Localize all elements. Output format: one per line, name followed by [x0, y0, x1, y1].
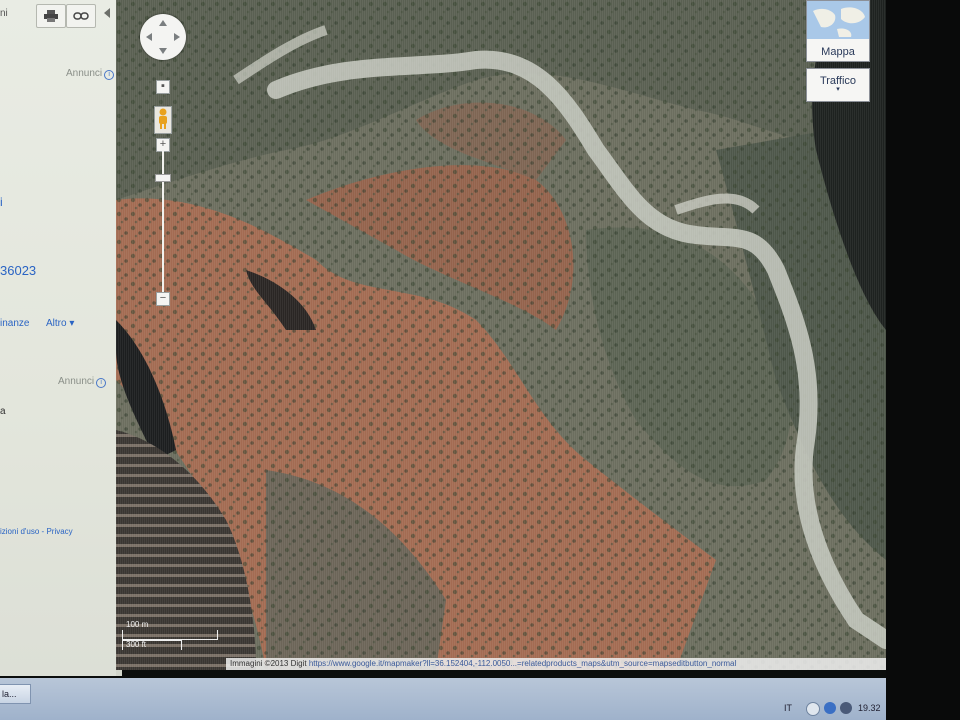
map-type-button[interactable]: Mappa	[806, 0, 870, 62]
screen-bezel	[886, 0, 960, 720]
zoom-slider-track[interactable]	[162, 150, 164, 300]
link-button[interactable]	[66, 4, 96, 28]
scale-metric: 100 m	[126, 620, 149, 629]
reset-view-button[interactable]: ▪	[156, 80, 170, 94]
satellite-imagery	[116, 0, 886, 670]
imagery-credit: Immagini ©2013 Digit	[230, 659, 307, 668]
link-icon	[73, 12, 89, 20]
scale-bar-metric	[122, 630, 218, 640]
pan-up-icon[interactable]	[159, 20, 167, 26]
street-view-pegman[interactable]	[154, 106, 172, 134]
ad-label-top: Annunci i	[66, 68, 115, 80]
map-type-label: Mappa	[821, 46, 855, 58]
scale-imperial: 300 ft	[126, 640, 147, 649]
mapmaker-link[interactable]: https://www.google.it/mapmaker?ll=36.152…	[309, 659, 736, 668]
pan-down-icon[interactable]	[159, 48, 167, 54]
sidebar-panel: ni Annunci i i 36023 inanze Altro ▾ Annun…	[0, 0, 120, 676]
text-fragment: a	[0, 406, 6, 417]
print-icon	[44, 10, 58, 22]
info-icon[interactable]: i	[96, 378, 107, 388]
pan-control[interactable]	[140, 14, 186, 60]
network-icon[interactable]	[824, 702, 836, 714]
zoom-out-button[interactable]: −	[156, 292, 170, 306]
system-tray: IT 19.32	[776, 698, 886, 720]
sidebar-toolbar: ni	[0, 0, 120, 40]
print-button[interactable]	[36, 4, 66, 28]
info-icon[interactable]: i	[104, 70, 115, 80]
chevron-down-icon: ▾	[836, 86, 840, 93]
pan-right-icon[interactable]	[174, 33, 180, 41]
map-thumbnail-icon	[807, 1, 869, 39]
traffic-button[interactable]: Traffico ▾	[806, 68, 870, 102]
phone-link[interactable]: 36023	[0, 263, 36, 278]
collapse-panel-icon[interactable]	[104, 8, 110, 18]
taskbar: la... IT 19.32	[0, 678, 886, 720]
link-altro[interactable]: Altro ▾	[46, 318, 74, 329]
map-attribution: Immagini ©2013 Digit https://www.google.…	[226, 658, 886, 670]
heading-fragment[interactable]: i	[0, 195, 3, 209]
volume-icon[interactable]	[840, 702, 852, 714]
language-indicator[interactable]: IT	[784, 703, 792, 713]
satellite-map[interactable]: ▪ + − Mappa Traffico ▾ 100 m 300 ft Imma…	[116, 0, 886, 670]
tray-arrow-icon[interactable]	[806, 702, 820, 716]
pan-left-icon[interactable]	[146, 33, 152, 41]
map-scale: 100 m 300 ft	[122, 620, 222, 650]
link-finanze[interactable]: inanze	[0, 318, 29, 329]
taskbar-app-button[interactable]: la...	[0, 684, 31, 704]
footer-links[interactable]: izioni d'uso - Privacy	[0, 527, 73, 536]
pegman-icon	[159, 108, 167, 129]
zoom-slider-handle[interactable]	[155, 174, 171, 182]
ad-label-bottom: Annunci i	[58, 376, 107, 388]
toolbar-label: ni	[0, 8, 8, 19]
clock[interactable]: 19.32	[858, 703, 881, 713]
